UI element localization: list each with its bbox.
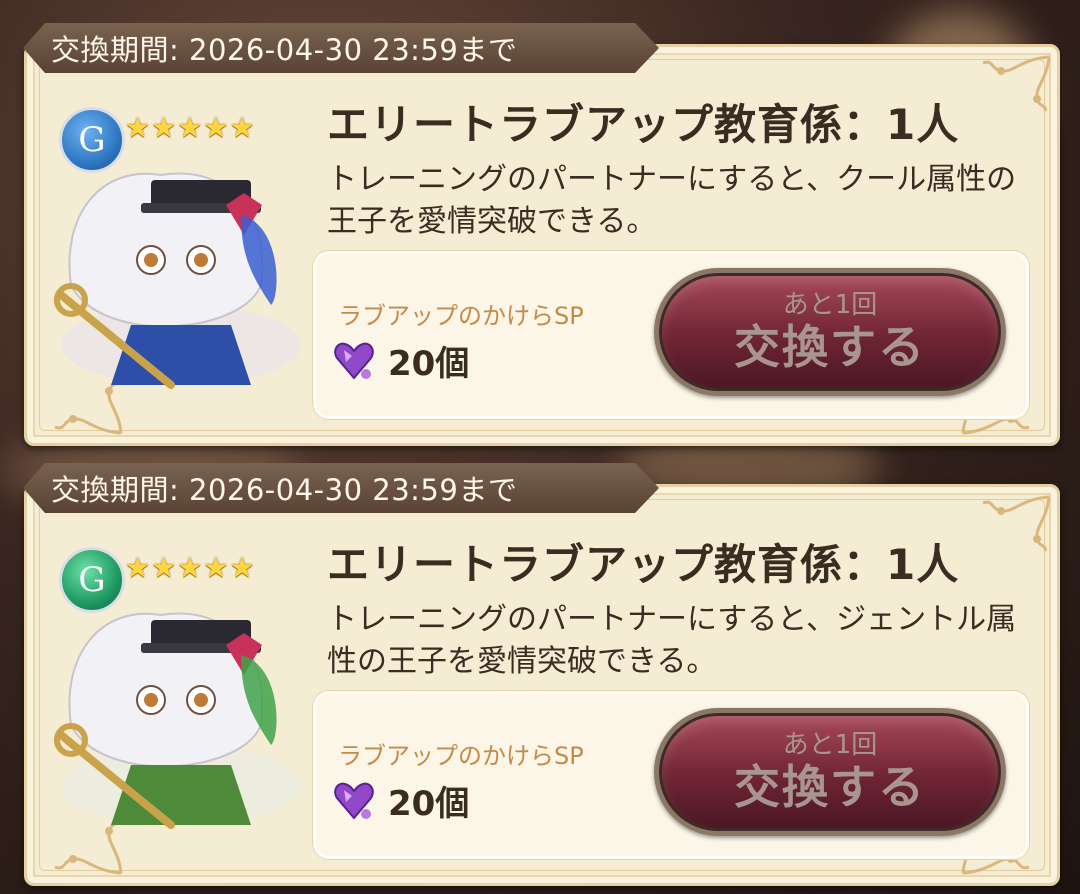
star-icon: ★ <box>177 111 203 144</box>
star-icon: ★ <box>203 551 229 584</box>
remaining-count-label: あと1回 <box>782 290 878 320</box>
character-portrait[interactable]: G ★ ★ ★ ★ ★ <box>41 95 321 395</box>
exchange-button-label: 交換する <box>734 320 926 374</box>
exchange-cost-panel: ラブアップのかけらSP 20個 あと1回 交換する <box>313 251 1029 419</box>
star-icon: ★ <box>203 111 229 144</box>
reward-description: トレーニングのパートナーにすると、クール属性の王子を愛情突破できる。 <box>327 162 1017 239</box>
rarity-stars: ★ ★ ★ ★ ★ <box>125 111 255 144</box>
cost-item-name: ラブアップのかけらSP <box>338 742 584 770</box>
exchange-period-label: 交換期間: 2026-04-30 23:59まで <box>23 23 659 73</box>
cost-item-count: 20個 <box>388 344 470 384</box>
exchange-card: 交換期間: 2026-04-30 23:59まで G ★ ★ ★ ★ ★ エリートラブア… <box>23 463 1060 886</box>
exchange-button[interactable]: あと1回 交換する <box>654 708 1006 836</box>
exchange-button[interactable]: あと1回 交換する <box>654 268 1006 396</box>
attribute-badge-icon: G <box>59 547 125 613</box>
star-icon: ★ <box>229 111 255 144</box>
star-icon: ★ <box>177 551 203 584</box>
reward-title: エリートラブアップ教育係：1人 <box>327 100 960 149</box>
cost-item-count: 20個 <box>388 784 470 824</box>
star-icon: ★ <box>125 111 151 144</box>
exchange-period-label: 交換期間: 2026-04-30 23:59まで <box>23 463 659 513</box>
attribute-badge-icon: G <box>59 107 125 173</box>
heart-gem-icon <box>334 782 374 820</box>
remaining-count-label: あと1回 <box>782 730 878 760</box>
exchange-cost-panel: ラブアップのかけらSP 20個 あと1回 交換する <box>313 691 1029 859</box>
cost-item-name: ラブアップのかけらSP <box>338 302 584 330</box>
rarity-stars: ★ ★ ★ ★ ★ <box>125 551 255 584</box>
star-icon: ★ <box>151 111 177 144</box>
star-icon: ★ <box>151 551 177 584</box>
corner-ornament <box>961 53 1051 113</box>
corner-ornament <box>961 493 1051 553</box>
exchange-button-label: 交換する <box>734 760 926 814</box>
star-icon: ★ <box>125 551 151 584</box>
reward-description: トレーニングのパートナーにすると、ジェントル属性の王子を愛情突破できる。 <box>327 602 1017 679</box>
exchange-card: 交換期間: 2026-04-30 23:59まで G ★ ★ ★ ★ ★ エリートラブア… <box>23 23 1060 446</box>
star-icon: ★ <box>229 551 255 584</box>
reward-title: エリートラブアップ教育係：1人 <box>327 540 960 589</box>
heart-gem-icon <box>334 342 374 380</box>
character-portrait[interactable]: G ★ ★ ★ ★ ★ <box>41 535 321 835</box>
